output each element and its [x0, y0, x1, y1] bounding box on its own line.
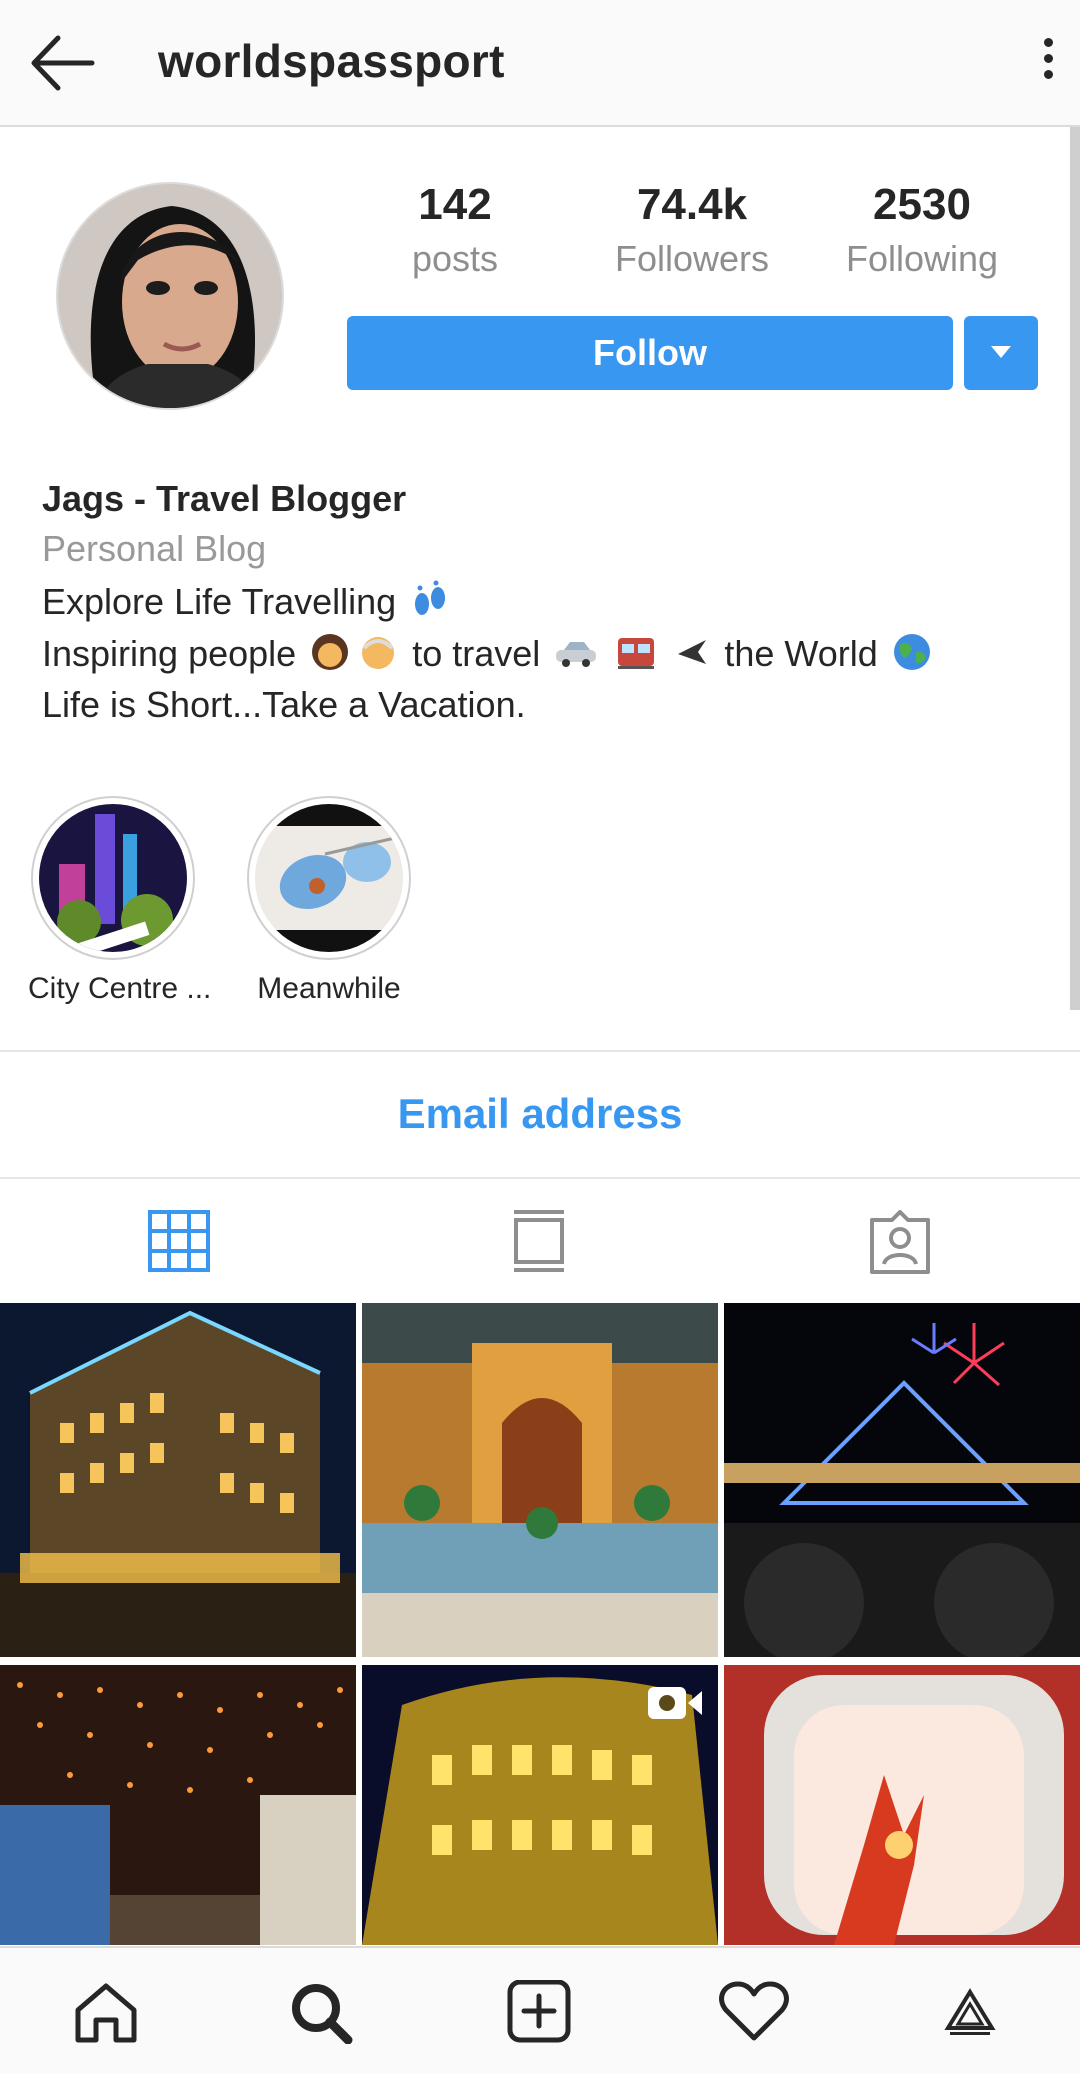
highlight-cover-image	[39, 804, 187, 952]
airplane-emoji-icon	[674, 634, 710, 679]
nav-home[interactable]	[0, 1948, 216, 2074]
tab-feed[interactable]	[360, 1180, 720, 1302]
nav-profile[interactable]	[864, 1948, 1080, 2074]
profile-username: worldspassport	[158, 35, 505, 87]
scrollbar[interactable]	[1070, 127, 1080, 1010]
globe-emoji-icon	[892, 632, 932, 681]
footprints-emoji-icon	[410, 580, 450, 629]
profile-logo-icon	[944, 1988, 996, 2035]
highlight-ring	[247, 796, 411, 960]
post-thumbnail[interactable]	[362, 1303, 718, 1657]
highlight-label: City Centre ...	[28, 972, 212, 1005]
post-thumbnail[interactable]	[0, 1665, 356, 1945]
bio-line-2a-text: Inspiring people	[42, 633, 297, 675]
suggestions-dropdown-button[interactable]	[964, 316, 1038, 390]
feed-icon	[514, 1210, 564, 1272]
search-icon	[292, 1984, 353, 2044]
highlight-meanwhile[interactable]: Meanwhile	[244, 796, 414, 1006]
bio-line-2c-text: the World	[724, 633, 878, 675]
add-post-icon	[507, 1980, 571, 2043]
top-bar: worldspassport	[0, 0, 1080, 127]
arrow-left-icon[interactable]	[28, 30, 98, 96]
email-address-link[interactable]: Email address	[0, 1052, 1080, 1176]
bio-line-2b-text: to travel	[412, 633, 541, 675]
home-icon	[75, 1983, 137, 2043]
post-thumbnail[interactable]	[362, 1665, 718, 1945]
tab-tagged[interactable]	[720, 1180, 1080, 1302]
posts-count: 142	[418, 180, 492, 229]
nav-add-post[interactable]	[432, 1948, 648, 2074]
bottom-navigation	[0, 1946, 1080, 2074]
stat-posts[interactable]: 142 posts	[345, 180, 565, 280]
followers-label: Followers	[614, 238, 770, 279]
tram-emoji-icon	[616, 632, 656, 681]
profile-bio: Jags - Travel Blogger Personal Blog Expl…	[42, 478, 1042, 736]
video-camera-icon	[648, 1687, 702, 1719]
highlight-cover-image	[255, 804, 403, 952]
older-man-emoji-icon	[358, 632, 398, 681]
posts-label: posts	[411, 238, 499, 279]
nav-activity[interactable]	[648, 1948, 864, 2074]
caret-down-icon	[991, 346, 1011, 358]
following-count: 2530	[873, 180, 971, 229]
divider	[0, 1177, 1080, 1179]
profile-stats: 142 posts 74.4k Followers 2530 Following	[345, 180, 1045, 300]
stat-following[interactable]: 2530 Following	[812, 180, 1032, 280]
more-vertical-icon[interactable]	[1036, 38, 1060, 86]
post-thumbnail[interactable]	[724, 1665, 1080, 1945]
tagged-icon	[870, 1210, 930, 1274]
car-emoji-icon	[554, 632, 598, 681]
follow-button[interactable]: Follow	[347, 316, 953, 390]
highlight-city-centre[interactable]: City Centre ...	[28, 796, 212, 1006]
bio-line-1-text: Explore Life Travelling	[42, 581, 397, 623]
bio-line-2: Inspiring people to travel the World	[42, 632, 1042, 684]
bio-category: Personal Blog	[42, 528, 267, 569]
heart-icon	[719, 1981, 789, 2041]
post-thumbnail[interactable]	[724, 1303, 1080, 1657]
profile-avatar[interactable]	[56, 182, 284, 410]
highlight-label: Meanwhile	[257, 972, 401, 1005]
grid-icon	[148, 1210, 210, 1272]
bio-line-3: Life is Short...Take a Vacation.	[42, 684, 526, 725]
followers-count: 74.4k	[636, 180, 748, 229]
nav-search[interactable]	[216, 1948, 432, 2074]
bio-full-name: Jags - Travel Blogger	[42, 478, 407, 519]
bio-line-1: Explore Life Travelling	[42, 580, 1042, 632]
tab-grid[interactable]	[0, 1180, 360, 1302]
following-label: Following	[845, 238, 999, 279]
woman-emoji-icon	[310, 632, 350, 681]
highlight-ring	[31, 796, 195, 960]
post-grid	[0, 1303, 1080, 1945]
stat-followers[interactable]: 74.4k Followers	[582, 180, 802, 280]
post-thumbnail[interactable]	[0, 1303, 356, 1657]
